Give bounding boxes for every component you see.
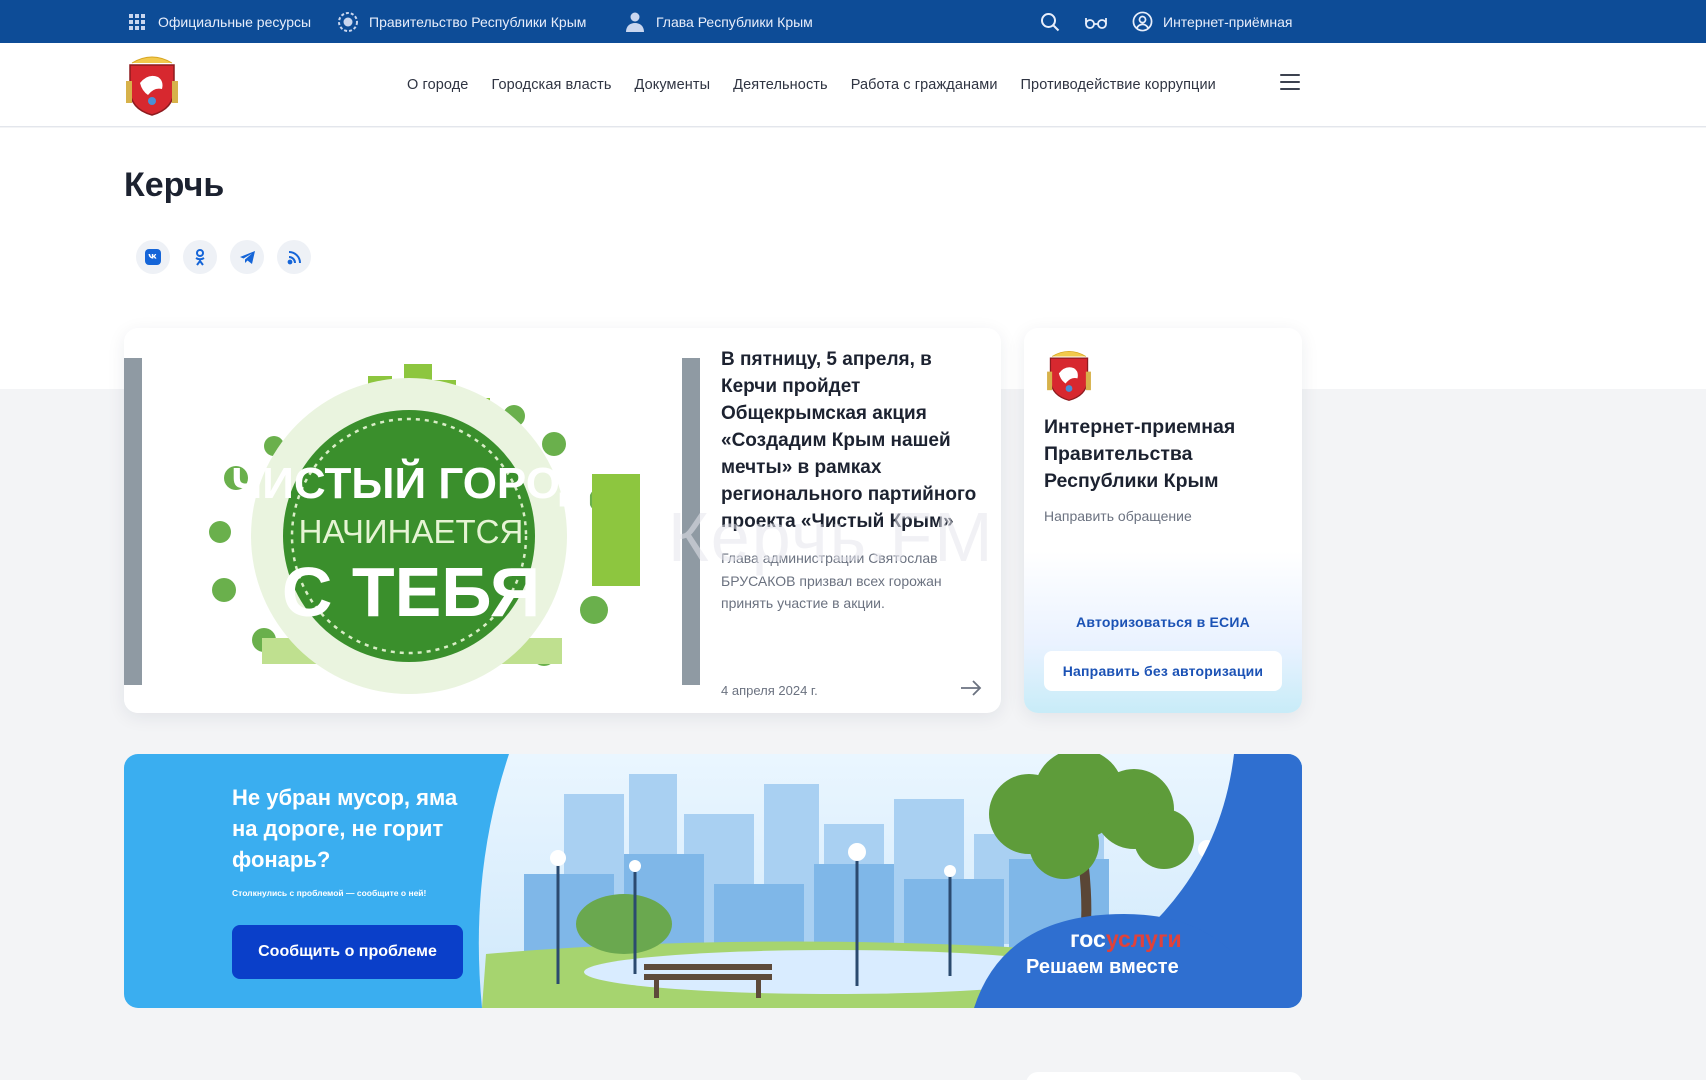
ok-icon[interactable] [183,240,217,274]
banner-title: Не убран мусор, яма на дороге, не горит … [232,785,458,872]
head-label: Глава Республики Крым [656,13,813,30]
top-bar: Официальные ресурсы Правительство Респуб… [0,0,1706,43]
nav-item-activity[interactable]: Деятельность [733,77,828,93]
gosuslugi-logo: госуслуги [1070,926,1182,953]
next-card-edge [1026,1072,1302,1080]
government-link[interactable]: Правительство Республики Крым [337,0,586,43]
reception-link[interactable]: Интернет-приёмная [1131,0,1292,43]
nav-item-documents[interactable]: Документы [635,77,711,93]
report-problem-button[interactable]: Сообщить о проблеме [232,925,463,979]
arrow-right-icon[interactable] [960,680,982,701]
grid-icon [126,11,148,33]
page-title: Керчь [124,166,225,204]
official-resources-link[interactable]: Официальные ресурсы [126,0,311,43]
image-headline-line1: ЧИСТЫЙ ГОРОД [231,457,590,508]
image-headline-line2: НАЧИНАЕТСЯ [299,513,524,550]
gosuslugi-logo-part1: гос [1070,926,1106,952]
news-date: 4 апреля 2024 г. [721,683,818,698]
crimea-coat-of-arms-logo[interactable] [124,53,180,117]
main-nav: О городе Городская власть Документы Деят… [407,43,1216,127]
news-image[interactable]: ЧИСТЫЙ ГОРОД НАЧИНАЕТСЯ С ТЕБЯ [124,328,700,713]
telegram-icon[interactable] [230,240,264,274]
user-circle-icon [1131,11,1153,33]
head-link[interactable]: Глава Республики Крым [624,0,813,43]
news-title[interactable]: В пятницу, 5 апреля, в Керчи пройдет Общ… [721,346,983,535]
internet-reception-card: Интернет-приемная Правительства Республи… [1024,328,1302,713]
esia-login-button[interactable]: Авторизоваться в ЕСИА [1044,602,1282,642]
news-text-block: В пятницу, 5 апреля, в Керчи пройдет Общ… [721,346,983,615]
crimea-coat-of-arms-icon [1044,348,1094,402]
accessibility-button[interactable] [1085,0,1107,43]
government-label: Правительство Республики Крым [369,13,587,30]
report-problem-banner[interactable]: Не убран мусор, яма на дороге, не горит … [124,754,1302,1008]
search-button[interactable] [1039,0,1061,43]
nav-item-city-government[interactable]: Городская власть [491,77,611,93]
official-resources-label: Официальные ресурсы [158,13,312,30]
search-icon [1039,11,1061,33]
reception-title: Интернет-приемная Правительства Республи… [1044,416,1236,492]
glasses-icon [1085,11,1107,33]
site-header: О городе Городская власть Документы Деят… [0,43,1706,127]
reception-label: Интернет-приёмная [1163,13,1293,30]
gosuslugi-logo-part2: услуги [1105,926,1182,952]
news-card[interactable]: ЧИСТЫЙ ГОРОД НАЧИНАЕТСЯ С ТЕБЯ В пятницу… [124,328,1001,713]
reception-subtitle: Направить обращение [1044,508,1192,524]
rss-icon[interactable] [277,240,311,274]
image-headline-line3: С ТЕБЯ [282,553,540,631]
send-without-auth-button[interactable]: Направить без авторизации [1044,651,1282,691]
news-lead: Глава администрации Святослав БРУСАКОВ п… [721,550,942,611]
gear-emblem-icon [337,11,359,33]
social-links [136,240,311,274]
nav-item-citizens[interactable]: Работа с гражданами [851,77,998,93]
person-icon [624,11,646,33]
banner-caption: Столкнулись с проблемой — сообщите о ней… [232,888,427,898]
nav-item-anticorruption[interactable]: Противодействие коррупции [1021,77,1216,93]
banner-slogan: Решаем вместе [1026,956,1179,978]
vk-icon[interactable] [136,240,170,274]
nav-item-about[interactable]: О городе [407,77,468,93]
menu-burger-icon[interactable] [1280,74,1300,90]
